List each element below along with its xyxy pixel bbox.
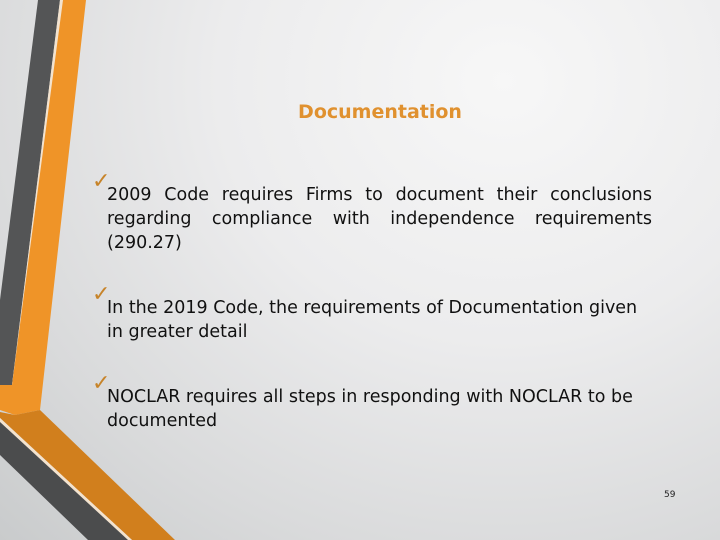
- slide-title: Documentation: [298, 101, 462, 123]
- bullet-item: ✓ NOCLAR requires all steps in respondin…: [92, 373, 652, 433]
- bullet-text: 2009 Code requires Firms to document the…: [107, 185, 652, 253]
- checkmark-icon: ✓: [92, 169, 111, 194]
- bullet-item: ✓ In the 2019 Code, the requirements of …: [92, 284, 652, 344]
- bullet-text: In the 2019 Code, the requirements of Do…: [107, 298, 638, 342]
- page-number: 59: [664, 490, 676, 500]
- checkmark-icon: ✓: [92, 371, 111, 396]
- checkmark-icon: ✓: [92, 282, 111, 307]
- bullet-item: ✓ 2009 Code requires Firms to document t…: [92, 171, 652, 255]
- bullet-text: NOCLAR requires all steps in responding …: [107, 387, 633, 431]
- decorative-stripes: [0, 0, 175, 540]
